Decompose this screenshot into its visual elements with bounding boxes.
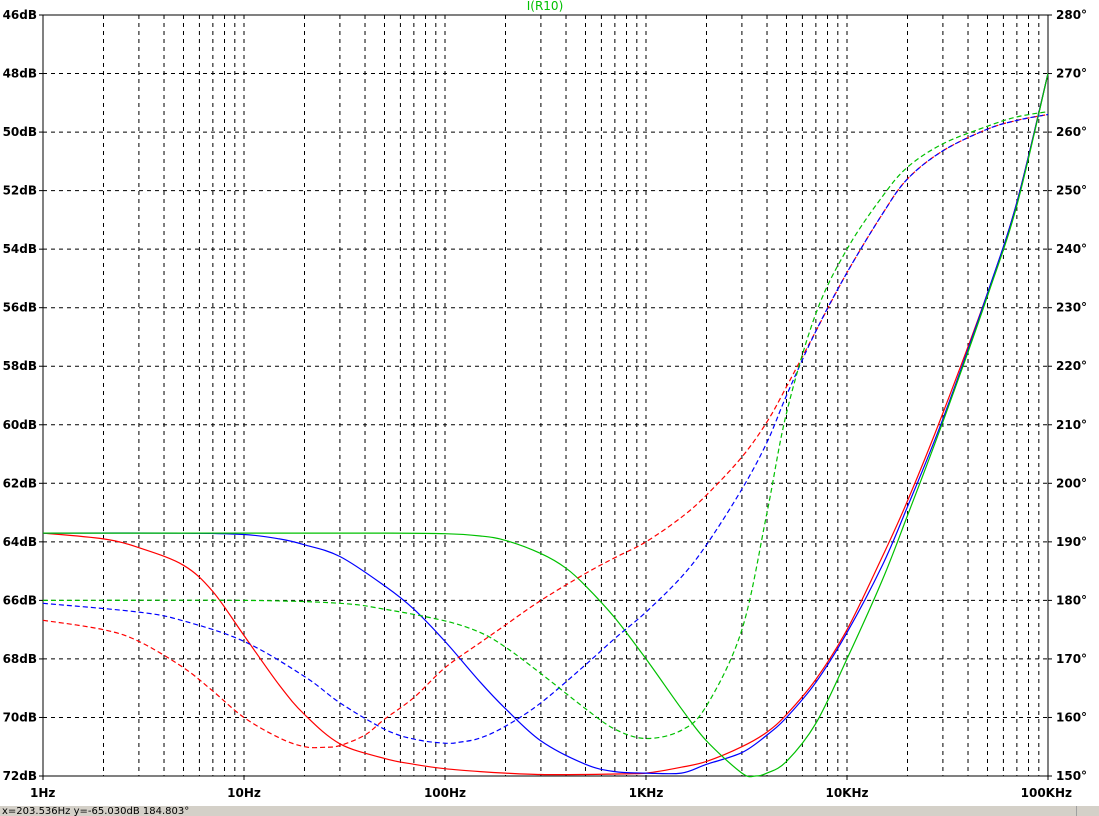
x-tick-label: 100KHz xyxy=(1021,786,1072,800)
y-right-tick-label: 170° xyxy=(1056,652,1087,666)
y-right-tick-label: 260° xyxy=(1056,125,1087,139)
y-right-tick-label: 230° xyxy=(1056,301,1087,315)
y-right-tick-label: 190° xyxy=(1056,535,1087,549)
y-left-tick-label: 46dB xyxy=(3,8,37,22)
y-right-tick-label: 240° xyxy=(1056,242,1087,256)
y-left-tick-label: 48dB xyxy=(3,67,37,81)
y-left-tick-label: 66dB xyxy=(3,593,37,607)
y-right-tick-label: 200° xyxy=(1056,476,1087,490)
y-left-tick-label: 52dB xyxy=(3,184,37,198)
y-right-tick-label: 160° xyxy=(1056,710,1087,724)
x-tick-label: 1KHz xyxy=(629,786,664,800)
y-left-tick-label: 72dB xyxy=(3,769,37,783)
y-left-tick-label: 58dB xyxy=(3,359,37,373)
y-left-tick-label: 70dB xyxy=(3,710,37,724)
y-left-tick-label: 68dB xyxy=(3,652,37,666)
y-left-tick-label: 62dB xyxy=(3,476,37,490)
x-tick-label: 1Hz xyxy=(30,786,55,800)
y-right-tick-label: 180° xyxy=(1056,593,1087,607)
cursor-readout: x=203.536Hz y=-65.030dB 184.803° xyxy=(2,806,190,816)
y-left-tick-label: 60dB xyxy=(3,418,37,432)
y-left-tick-label: 56dB xyxy=(3,301,37,315)
bode-plot[interactable]: 46dB 48dB 50dB 52dB 54dB 56dB 58dB 60dB 62dB 64dB… xyxy=(0,0,1099,806)
y-left-tick-label: 64dB xyxy=(3,535,37,549)
y-right-tick-label: 250° xyxy=(1056,184,1087,198)
y-left-tick-label: 54dB xyxy=(3,242,37,256)
resize-grip[interactable] xyxy=(1076,806,1099,816)
status-bar: x=203.536Hz y=-65.030dB 184.803° xyxy=(0,806,1099,816)
y-right-tick-label: 150° xyxy=(1056,769,1087,783)
x-tick-label: 10Hz xyxy=(227,786,261,800)
x-tick-label: 10KHz xyxy=(825,786,868,800)
y-right-tick-label: 220° xyxy=(1056,359,1087,373)
y-right-tick-label: 280° xyxy=(1056,8,1087,22)
x-tick-label: 100Hz xyxy=(424,786,466,800)
y-left-tick-label: 50dB xyxy=(3,125,37,139)
y-right-tick-label: 210° xyxy=(1056,418,1087,432)
y-right-tick-label: 270° xyxy=(1056,67,1087,81)
plot-area[interactable] xyxy=(42,14,1049,777)
chart-title: I(R10) xyxy=(527,0,564,13)
